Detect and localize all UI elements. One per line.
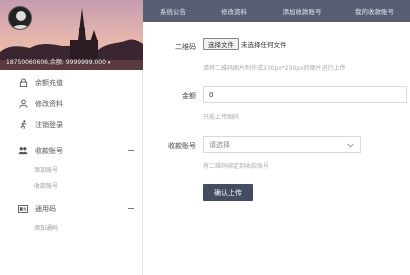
user-balance-text: 18750060606,余额: 9999999.000 — [6, 59, 106, 66]
upload-form: 二维码 选择文件 未选择任何文件 请将二维码图片制作成230px*230px的图… — [143, 22, 410, 275]
user-account-info[interactable]: 18750060606,余额: 9999999.000 ▾ — [6, 57, 110, 66]
sidebar-item-recharge[interactable]: 余额充值 — [0, 72, 142, 93]
sidebar: 18750060606,余额: 9999999.000 ▾ 余额充值 修改资料 注… — [0, 0, 143, 275]
amount-label: 金额 — [182, 92, 196, 100]
chevron-down-icon — [347, 142, 354, 150]
run-icon — [18, 120, 28, 130]
sidebar-item-label: 修改资料 — [35, 99, 63, 108]
sidebar-subitem-add-code[interactable]: 添加通码 — [0, 219, 142, 235]
choose-file-button[interactable]: 选择文件 — [203, 38, 239, 50]
collapse-icon[interactable] — [128, 150, 134, 151]
sidebar-item-label: 注销登录 — [35, 120, 63, 129]
tab-system-notice[interactable]: 系统公告 — [143, 0, 203, 22]
profile-header: 18750060606,余额: 9999999.000 ▾ — [0, 0, 143, 70]
sidebar-item-logout[interactable]: 注销登录 — [0, 114, 142, 135]
account-hint: 将二维码绑定到收款账号 — [203, 163, 270, 170]
account-select[interactable]: 请选择 — [203, 136, 361, 153]
sidebar-item-label: 余额充值 — [35, 78, 63, 87]
sidebar-subitem-payment-accounts[interactable]: 收款账号 — [0, 177, 142, 193]
sidebar-item-payment-accounts[interactable]: 收款账号 — [0, 140, 142, 161]
tab-my-payment-accounts[interactable]: 我的收款账号 — [339, 0, 410, 22]
users-icon — [18, 146, 28, 156]
confirm-upload-button[interactable]: 确认上传 — [203, 184, 253, 201]
sidebar-item-edit-profile[interactable]: 修改资料 — [0, 93, 142, 114]
sidebar-subitem-add-account[interactable]: 添加账号 — [0, 161, 142, 177]
account-select-value: 请选择 — [209, 140, 230, 149]
collapse-icon[interactable] — [128, 208, 134, 209]
avatar[interactable] — [8, 6, 32, 30]
qrcode-hint: 请将二维码图片制作成230px*230px的图片进行上传 — [203, 65, 346, 72]
chevron-down-icon: ▾ — [107, 60, 111, 66]
file-status-text: 未选择任何文件 — [241, 41, 287, 49]
amount-input[interactable]: 0 — [203, 86, 407, 103]
sidebar-item-label: 收款账号 — [35, 146, 63, 155]
account-label: 收款账号 — [168, 142, 196, 150]
user-icon — [18, 99, 28, 109]
tab-add-payment-account[interactable]: 添加收款账号 — [265, 0, 339, 22]
card-icon — [18, 204, 28, 214]
amount-hint: 只能上传图码 — [203, 114, 240, 121]
lock-icon — [18, 78, 28, 88]
tab-edit-profile[interactable]: 修改资料 — [203, 0, 265, 22]
sidebar-item-universal-code[interactable]: 通用码 — [0, 198, 142, 219]
sidebar-menu: 余额充值 修改资料 注销登录 收款账号 添加账号 收款账号 通用码 添加通码 — [0, 72, 142, 235]
top-nav-bar: 系统公告 修改资料 添加收款账号 我的收款账号 — [143, 0, 410, 22]
file-picker: 选择文件 未选择任何文件 — [203, 38, 287, 50]
qrcode-label: 二维码 — [175, 43, 196, 51]
sidebar-item-label: 通用码 — [35, 204, 56, 213]
